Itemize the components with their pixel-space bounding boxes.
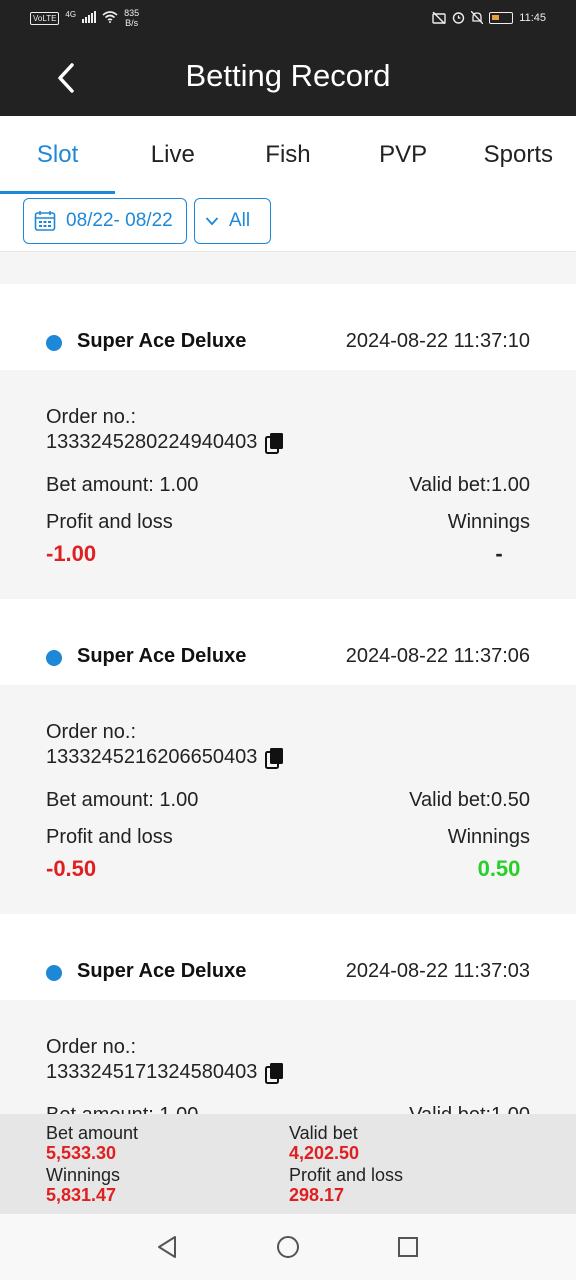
mute-icon	[471, 11, 484, 24]
order-no: 1333245280224940403	[46, 431, 258, 453]
game-name: Super Ace Deluxe	[77, 330, 247, 352]
clock: 11:45	[519, 11, 546, 24]
volte-icon: VoLTE	[30, 12, 60, 25]
order-no: 1333245216206650403	[46, 746, 258, 768]
record-item: Super Ace Deluxe 2024-08-22 11:37:10 Ord…	[0, 284, 576, 599]
square-recents-icon	[398, 1237, 418, 1257]
profit-loss-value: -0.50	[46, 856, 97, 881]
wifi-icon	[102, 11, 118, 23]
status-bar: VoLTE 4G 835 B/s 11:45	[0, 0, 576, 40]
record-header: Super Ace Deluxe 2024-08-22 11:37:03	[0, 914, 576, 1000]
record-details: Order no.: 1333245216206650403 Bet amoun…	[0, 685, 576, 914]
record-details: Order no.: 1333245171324580403 Bet amoun…	[0, 1000, 576, 1114]
status-dot	[46, 650, 62, 666]
bet-amount: Bet amount: 1.00	[46, 789, 199, 811]
valid-bet: Valid bet:1.00	[409, 474, 530, 496]
status-dot	[46, 335, 62, 351]
order-no-label: Order no.:	[46, 1036, 137, 1058]
net-speed: 835 B/s	[124, 8, 140, 28]
winnings-value: -	[495, 541, 503, 566]
tab-pvp[interactable]: PVP	[346, 116, 461, 194]
totals-summary: Bet amount 5,533.30 Valid bet 4,202.50 W…	[0, 1114, 576, 1214]
order-no-row: 1333245216206650403	[46, 746, 285, 769]
page-title: Betting Record	[185, 58, 391, 93]
tab-sports[interactable]: Sports	[461, 116, 576, 194]
bet-amount: Bet amount: 1.00	[46, 1104, 198, 1114]
tab-slot[interactable]: Slot	[0, 116, 116, 194]
network-type: 4G	[65, 10, 77, 19]
valid-bet: Valid bet:0.50	[409, 789, 530, 811]
filter-bar: 08/22- 08/22 All	[0, 194, 576, 252]
order-no-row: 1333245171324580403	[46, 1061, 285, 1084]
status-right: 11:45	[432, 11, 546, 24]
battery-icon	[489, 11, 514, 24]
winnings-value: 0.50	[477, 856, 521, 881]
game-type-tabs: Slot Live Fish PVP Sports	[0, 116, 576, 194]
record-header: Super Ace Deluxe 2024-08-22 11:37:10	[0, 284, 576, 370]
valid-bet: Valid bet:1.00	[409, 1104, 530, 1114]
profit-loss-label: Profit and loss	[46, 826, 173, 848]
bet-amount: Bet amount: 1.00	[46, 474, 199, 496]
winnings-label: Winnings	[447, 826, 530, 848]
order-no: 1333245171324580403	[46, 1061, 258, 1083]
nav-recents-button[interactable]	[395, 1234, 421, 1260]
summary-profit-loss: Profit and loss 298.17	[289, 1165, 404, 1205]
copy-icon[interactable]	[265, 747, 285, 769]
system-nav-bar	[0, 1214, 576, 1280]
order-no-row: 1333245280224940403	[46, 431, 285, 454]
order-no-label: Order no.:	[46, 721, 137, 743]
type-filter[interactable]: All	[194, 198, 271, 244]
date-range-label: 08/22- 08/22	[66, 210, 173, 231]
record-list[interactable]: Super Ace Deluxe 2024-08-22 11:37:10 Ord…	[0, 284, 576, 1114]
calendar-icon	[34, 211, 56, 231]
tab-fish[interactable]: Fish	[230, 116, 345, 194]
game-name: Super Ace Deluxe	[77, 645, 247, 667]
profit-loss-label: Profit and loss	[46, 511, 173, 533]
status-dot	[46, 965, 62, 981]
record-item: Super Ace Deluxe 2024-08-22 11:37:03 Ord…	[0, 914, 576, 1114]
winnings-label: Winnings	[447, 511, 530, 533]
record-header: Super Ace Deluxe 2024-08-22 11:37:06	[0, 599, 576, 685]
status-left: VoLTE 4G 835 B/s	[30, 8, 139, 28]
tab-live[interactable]: Live	[115, 116, 230, 194]
signal-icon	[82, 11, 97, 23]
triangle-back-icon	[158, 1236, 176, 1258]
record-item: Super Ace Deluxe 2024-08-22 11:37:06 Ord…	[0, 599, 576, 914]
summary-bet-amount: Bet amount 5,533.30	[46, 1123, 139, 1163]
copy-icon[interactable]	[265, 432, 285, 454]
game-name: Super Ace Deluxe	[77, 960, 247, 982]
alarm-icon	[453, 12, 465, 24]
no-sim-icon	[432, 11, 446, 24]
record-details: Order no.: 1333245280224940403 Bet amoun…	[0, 370, 576, 599]
profit-loss-value: -1.00	[46, 541, 97, 566]
nav-home-button[interactable]	[275, 1234, 301, 1260]
record-time: 2024-08-22 11:37:10	[345, 330, 530, 352]
top-bar: VoLTE 4G 835 B/s 11:45 Betting Record	[0, 0, 576, 116]
summary-winnings: Winnings 5,831.47	[46, 1165, 121, 1205]
order-no-label: Order no.:	[46, 406, 137, 428]
nav-back-button[interactable]	[154, 1234, 180, 1260]
date-range-filter[interactable]: 08/22- 08/22	[23, 198, 187, 244]
circle-home-icon	[277, 1236, 299, 1258]
copy-icon[interactable]	[265, 1062, 285, 1084]
summary-valid-bet: Valid bet 4,202.50	[289, 1123, 360, 1163]
record-time: 2024-08-22 11:37:03	[345, 960, 530, 982]
type-filter-label: All	[229, 210, 251, 231]
chevron-down-icon	[205, 217, 219, 226]
record-time: 2024-08-22 11:37:06	[345, 645, 530, 667]
